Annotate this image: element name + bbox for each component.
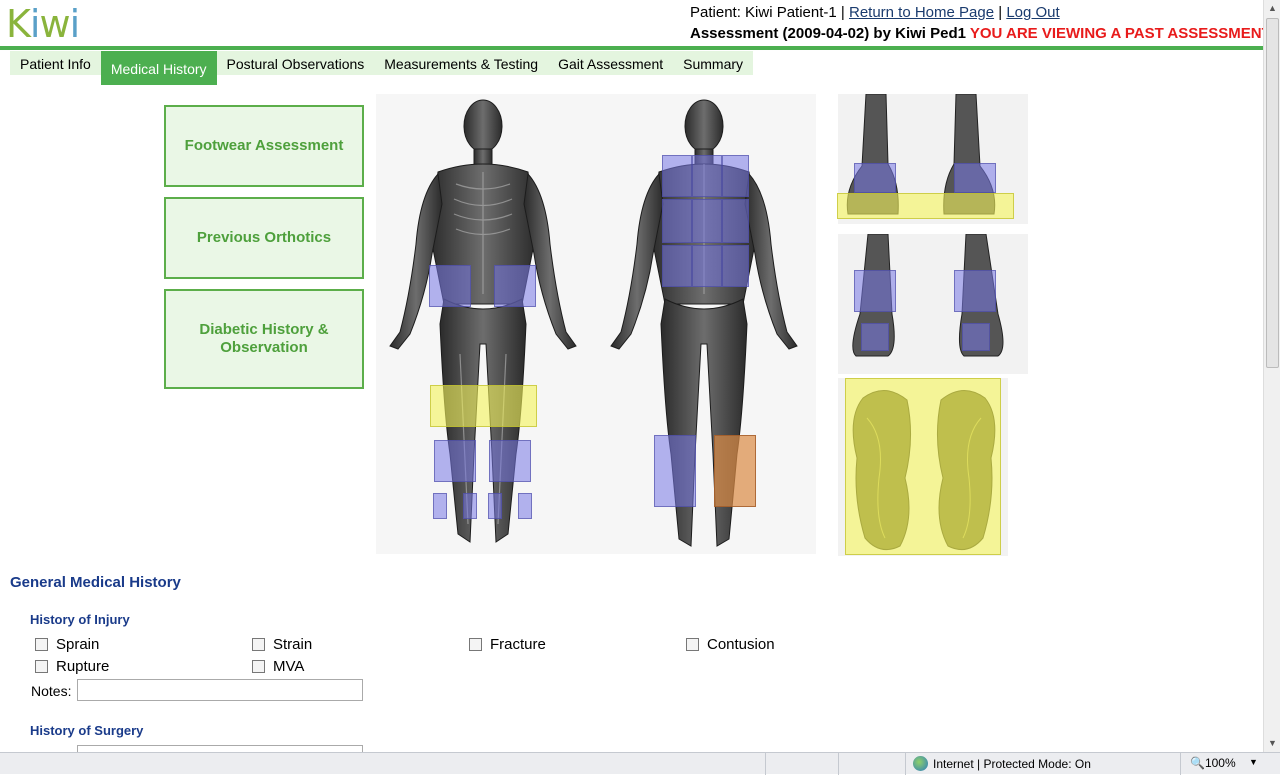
zone-front-left-ankle-inner[interactable] xyxy=(463,493,477,519)
zone-back-mid-right[interactable] xyxy=(722,199,749,243)
zone-feet-toes[interactable] xyxy=(837,193,1014,219)
status-divider xyxy=(1180,753,1181,775)
zone-front-right-hip[interactable] xyxy=(494,265,536,307)
diabetic-history-button[interactable]: Diabetic History & Observation xyxy=(164,289,364,389)
zone-feet-right-forefoot[interactable] xyxy=(954,163,996,193)
rupture-box[interactable] xyxy=(35,660,48,673)
scroll-up-arrow-icon[interactable]: ▲ xyxy=(1264,0,1280,17)
previous-orthotics-label: Previous Orthotics xyxy=(196,229,332,246)
general-medical-history-title: General Medical History xyxy=(10,574,181,591)
zone-feet-left-achilles[interactable] xyxy=(854,270,896,312)
fracture-checkbox[interactable]: Fracture xyxy=(469,636,546,653)
mva-box[interactable] xyxy=(252,660,265,673)
zone-front-left-hip[interactable] xyxy=(429,265,471,307)
zone-feet-soles[interactable] xyxy=(845,378,1001,555)
zone-back-mid-mid[interactable] xyxy=(692,199,722,243)
zone-feet-left-heel[interactable] xyxy=(861,323,889,351)
strain-checkbox[interactable]: Strain xyxy=(252,636,312,653)
sprain-label: Sprain xyxy=(56,636,100,653)
injury-notes-label: Notes: xyxy=(31,683,72,699)
zone-back-low-mid[interactable] xyxy=(692,245,722,287)
zoom-level[interactable]: 🔍100% xyxy=(1190,756,1236,770)
rupture-checkbox[interactable]: Rupture xyxy=(35,658,109,675)
contusion-checkbox[interactable]: Contusion xyxy=(686,636,775,653)
zone-feet-right-achilles[interactable] xyxy=(954,270,996,312)
zone-front-left-shin[interactable] xyxy=(434,440,476,482)
previous-orthotics-button[interactable]: Previous Orthotics xyxy=(164,197,364,279)
zone-back-mid-left[interactable] xyxy=(662,199,692,243)
footwear-assessment-label: Footwear Assessment xyxy=(184,137,344,154)
link-separator: | xyxy=(998,4,1003,21)
tab-summary[interactable]: Summary xyxy=(673,51,753,75)
fracture-label: Fracture xyxy=(490,636,546,653)
scrollbar-thumb[interactable] xyxy=(1266,18,1279,368)
rupture-label: Rupture xyxy=(56,658,110,675)
status-divider xyxy=(765,753,766,775)
zoom-value: 100% xyxy=(1204,756,1236,770)
zone-front-right-ankle-inner[interactable] xyxy=(488,493,502,519)
contusion-box[interactable] xyxy=(686,638,699,651)
zone-front-left-ankle-outer[interactable] xyxy=(433,493,447,519)
diabetic-history-label-2: Observation xyxy=(220,339,308,356)
zoom-dropdown-icon[interactable]: ▼ xyxy=(1249,757,1258,767)
zone-feet-right-heel[interactable] xyxy=(962,323,990,351)
zone-back-low-right[interactable] xyxy=(722,245,749,287)
header-divider xyxy=(0,46,1263,50)
strain-box[interactable] xyxy=(252,638,265,651)
zone-back-left-calf[interactable] xyxy=(654,435,696,507)
front-body-figure xyxy=(389,99,577,543)
footwear-assessment-button[interactable]: Footwear Assessment xyxy=(164,105,364,187)
assessment-line: Assessment (2009-04-02) by Kiwi Ped1 YOU… xyxy=(690,25,1271,42)
zone-feet-left-forefoot[interactable] xyxy=(854,163,896,193)
diabetic-history-label-1: Diabetic History & xyxy=(199,321,329,338)
scroll-down-arrow-icon[interactable]: ▼ xyxy=(1264,735,1280,752)
tab-medical-history[interactable]: Medical History xyxy=(100,51,217,85)
status-divider xyxy=(905,753,906,775)
kiwi-logo: Kiwi xyxy=(6,2,80,46)
tab-postural-observations[interactable]: Postural Observations xyxy=(217,51,375,75)
injury-notes-input[interactable] xyxy=(77,679,363,701)
tab-measurements-testing[interactable]: Measurements & Testing xyxy=(374,51,548,75)
tab-gait-assessment[interactable]: Gait Assessment xyxy=(548,51,673,75)
sprain-box[interactable] xyxy=(35,638,48,651)
logout-link[interactable]: Log Out xyxy=(1006,4,1059,21)
mva-label: MVA xyxy=(273,658,305,675)
internet-zone-globe-icon xyxy=(913,756,928,771)
mva-checkbox[interactable]: MVA xyxy=(252,658,304,675)
vertical-scrollbar[interactable]: ▲ ▼ xyxy=(1263,0,1280,752)
main-tabs: Patient Info Medical History Postural Ob… xyxy=(10,51,754,85)
history-of-injury-title: History of Injury xyxy=(30,612,130,627)
security-zone-text: Internet | Protected Mode: On xyxy=(933,757,1091,771)
zone-back-upper-mid[interactable] xyxy=(692,155,722,197)
zone-front-right-shin[interactable] xyxy=(489,440,531,482)
patient-label: Patient: Kiwi Patient-1 | xyxy=(690,4,845,21)
tab-patient-info[interactable]: Patient Info xyxy=(10,51,101,75)
zone-back-upper-right[interactable] xyxy=(722,155,749,197)
zone-back-low-left[interactable] xyxy=(662,245,692,287)
zone-back-upper-left[interactable] xyxy=(662,155,692,197)
strain-label: Strain xyxy=(273,636,313,653)
status-divider xyxy=(838,753,839,775)
zone-front-right-ankle-outer[interactable] xyxy=(518,493,532,519)
return-home-link[interactable]: Return to Home Page xyxy=(849,4,994,21)
sprain-checkbox[interactable]: Sprain xyxy=(35,636,99,653)
assessment-title: Assessment (2009-04-02) by Kiwi Ped1 xyxy=(690,25,966,42)
past-assessment-warning: YOU ARE VIEWING A PAST ASSESSMENT xyxy=(969,25,1271,42)
fracture-box[interactable] xyxy=(469,638,482,651)
zone-front-knees[interactable] xyxy=(430,385,537,427)
patient-info-line: Patient: Kiwi Patient-1 | Return to Home… xyxy=(690,4,1060,21)
browser-status-bar: Internet | Protected Mode: On 🔍100% ▼ xyxy=(0,752,1280,775)
history-of-surgery-title: History of Surgery xyxy=(30,723,144,738)
contusion-label: Contusion xyxy=(707,636,775,653)
zone-back-right-calf[interactable] xyxy=(714,435,756,507)
